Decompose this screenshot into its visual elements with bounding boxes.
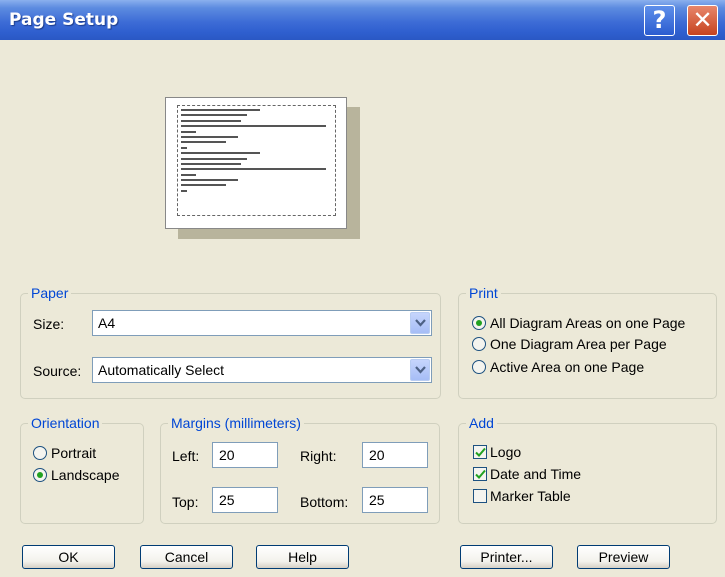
- size-select[interactable]: A4: [92, 310, 432, 336]
- bottom-margin-label: Bottom:: [300, 494, 349, 510]
- print-active-label[interactable]: Active Area on one Page: [490, 358, 644, 376]
- add-group-label: Add: [466, 414, 497, 432]
- landscape-label[interactable]: Landscape: [51, 466, 120, 484]
- help-icon[interactable]: ?: [644, 5, 675, 36]
- paper-group-label: Paper: [28, 284, 72, 302]
- right-margin-input[interactable]: 20: [362, 442, 428, 468]
- source-select[interactable]: Automatically Select: [92, 357, 432, 383]
- print-per-page-label[interactable]: One Diagram Area per Page: [490, 335, 667, 353]
- printable-area: [177, 105, 336, 216]
- print-all-radio[interactable]: [472, 316, 486, 330]
- source-value: Automatically Select: [98, 362, 225, 378]
- portrait-radio[interactable]: [33, 446, 47, 460]
- date-time-label[interactable]: Date and Time: [490, 465, 581, 483]
- close-icon[interactable]: ✕: [687, 5, 718, 36]
- margins-group-label: Margins (millimeters): [168, 414, 304, 432]
- print-per-page-radio[interactable]: [472, 337, 486, 351]
- cancel-button[interactable]: Cancel: [140, 545, 233, 569]
- orientation-group-label: Orientation: [28, 414, 103, 432]
- chevron-down-icon[interactable]: [410, 359, 430, 381]
- chevron-down-icon[interactable]: [410, 312, 430, 334]
- size-label: Size:: [33, 316, 65, 332]
- left-margin-label: Left:: [172, 448, 200, 464]
- date-time-checkbox[interactable]: [473, 467, 487, 481]
- preview-button[interactable]: Preview: [577, 545, 670, 569]
- page-setup-dialog: Page Setup ? ✕ Paper Size: A4 Source: Au…: [0, 0, 725, 577]
- marker-table-checkbox[interactable]: [473, 489, 487, 503]
- print-group-label: Print: [466, 284, 501, 302]
- source-label: Source:: [33, 363, 82, 379]
- size-value: A4: [98, 315, 116, 331]
- page-preview: [165, 97, 347, 229]
- landscape-radio[interactable]: [33, 468, 47, 482]
- title-bar[interactable]: Page Setup ? ✕: [0, 0, 725, 40]
- left-margin-input[interactable]: 20: [212, 442, 278, 468]
- right-margin-label: Right:: [300, 448, 337, 464]
- window-title: Page Setup: [9, 10, 119, 30]
- printer-button[interactable]: Printer...: [460, 545, 553, 569]
- help-button[interactable]: Help: [256, 545, 349, 569]
- top-margin-input[interactable]: 25: [212, 487, 278, 513]
- marker-table-label[interactable]: Marker Table: [490, 487, 571, 505]
- top-margin-label: Top:: [172, 494, 199, 510]
- paper-group: Paper: [20, 284, 441, 399]
- print-all-label[interactable]: All Diagram Areas on one Page: [490, 314, 685, 332]
- logo-checkbox[interactable]: [473, 445, 487, 459]
- portrait-label[interactable]: Portrait: [51, 444, 96, 462]
- ok-button[interactable]: OK: [22, 545, 115, 569]
- bottom-margin-input[interactable]: 25: [362, 487, 428, 513]
- print-active-radio[interactable]: [472, 360, 486, 374]
- logo-label[interactable]: Logo: [490, 443, 521, 461]
